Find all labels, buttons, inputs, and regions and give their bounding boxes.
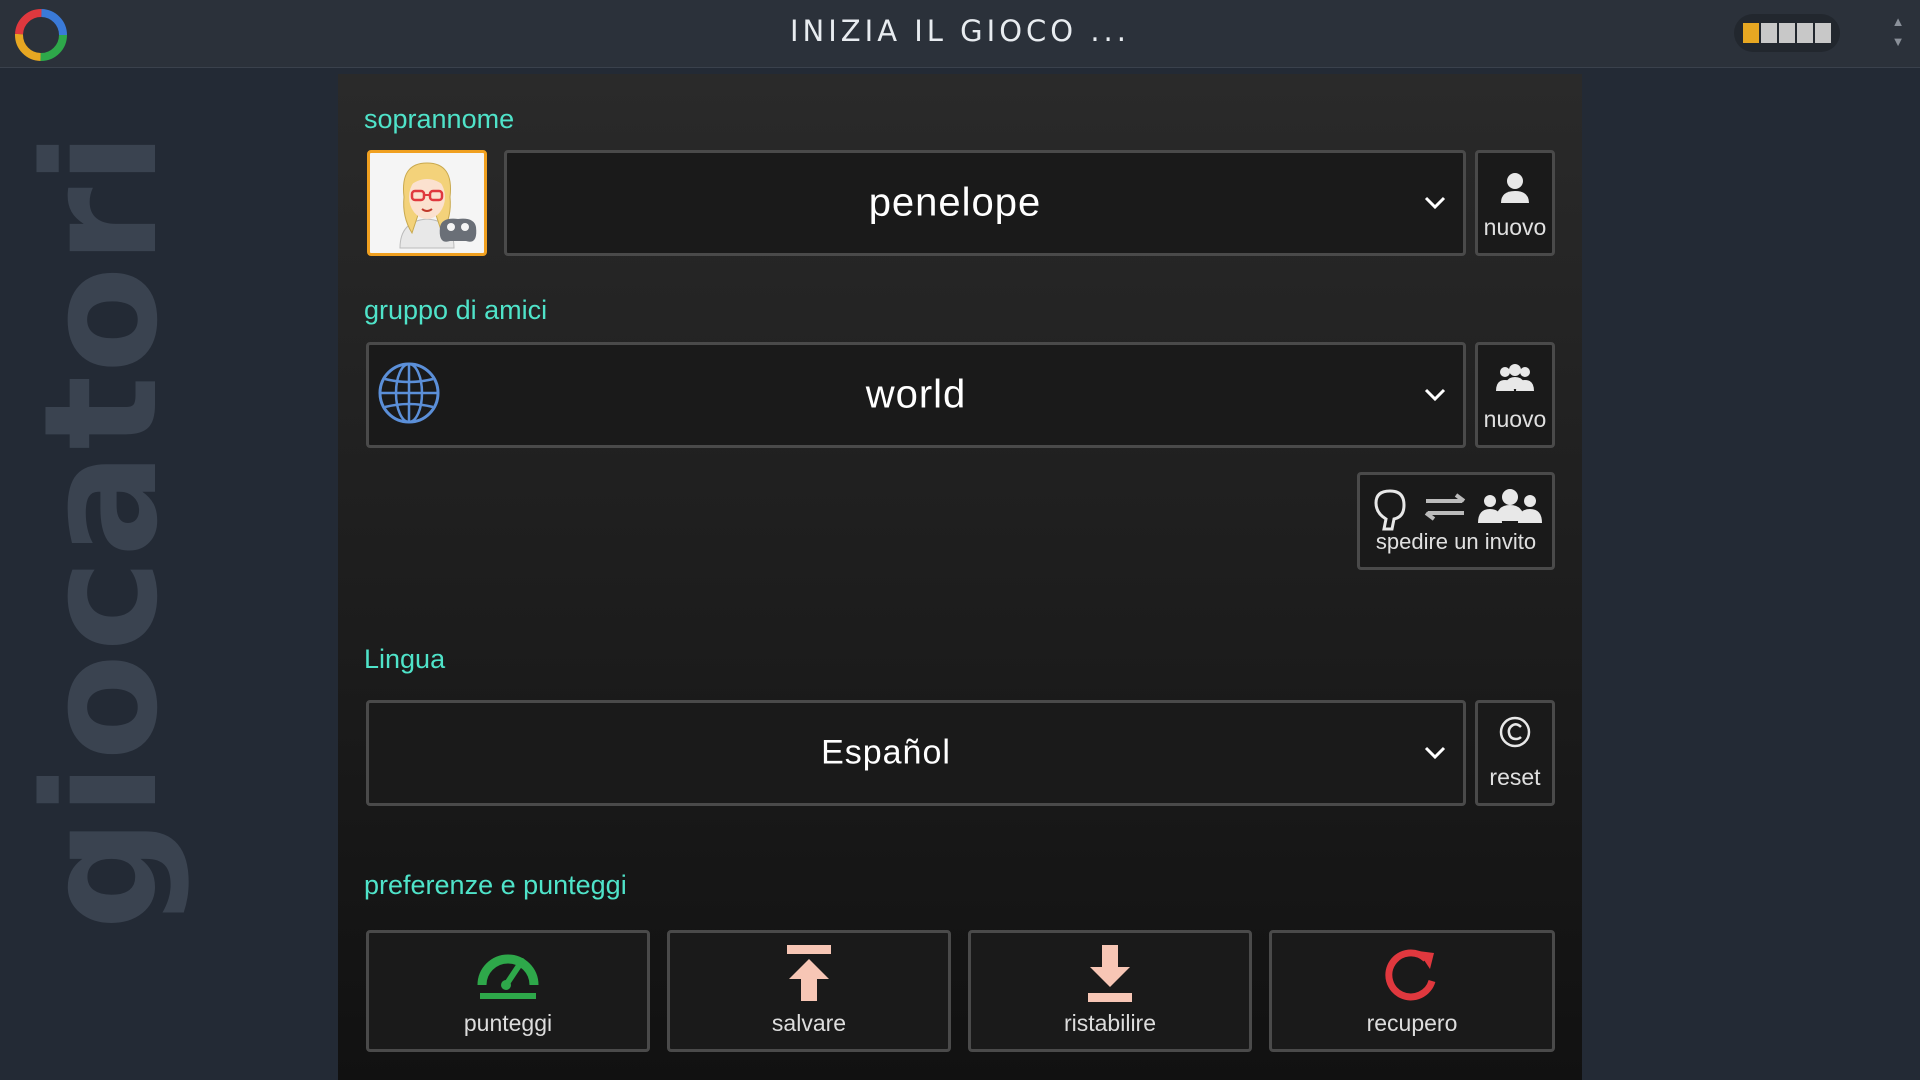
- preferences-label: preferenze e punteggi: [364, 870, 627, 900]
- friends-group-dropdown[interactable]: world: [366, 342, 1466, 448]
- invite-icon: [1374, 489, 1542, 531]
- nickname-label: soprannome: [364, 104, 515, 134]
- nickname-value: penelope: [868, 180, 1042, 225]
- level-segment: [1815, 23, 1831, 43]
- send-invite-button[interactable]: spedire un invito: [1357, 472, 1555, 570]
- arrow-down-icon[interactable]: ▼: [1888, 32, 1908, 52]
- language-label: Lingua: [364, 644, 446, 674]
- new-group-button[interactable]: nuovo: [1475, 342, 1555, 448]
- upload-icon: [787, 945, 831, 1001]
- level-segment: [1779, 23, 1795, 43]
- avatar[interactable]: [367, 150, 487, 256]
- refresh-icon: [1385, 949, 1436, 1001]
- page-title: INIZIA IL GIOCO ...: [789, 14, 1130, 48]
- friends-group-label: gruppo di amici: [364, 295, 548, 325]
- avatar-blonde-girl-mask-icon: [399, 162, 477, 249]
- level-segment: [1761, 23, 1777, 43]
- arrow-up-icon[interactable]: ▲: [1888, 12, 1908, 32]
- speedometer-icon: [477, 954, 539, 999]
- new-group-label: nuovo: [1483, 406, 1547, 432]
- reset-language-label: reset: [1489, 764, 1541, 790]
- download-icon: [1088, 945, 1132, 1002]
- level-indicator: [1734, 14, 1840, 52]
- recovery-button[interactable]: recupero: [1269, 930, 1555, 1052]
- level-segment: [1797, 23, 1813, 43]
- scores-label: punteggi: [463, 1010, 553, 1036]
- friends-group-value: world: [865, 372, 967, 417]
- chevron-down-icon: [1424, 746, 1446, 760]
- main-panel: soprannome penelope nuovo gruppo di amic…: [338, 74, 1582, 1080]
- new-nickname-button[interactable]: nuovo: [1475, 150, 1555, 256]
- new-nickname-label: nuovo: [1483, 214, 1547, 240]
- scroll-arrows[interactable]: ▲ ▼: [1888, 12, 1908, 56]
- user-icon: [1501, 173, 1529, 203]
- restore-button[interactable]: ristabilire: [968, 930, 1252, 1052]
- level-segment: [1743, 23, 1759, 43]
- recovery-label: recupero: [1366, 1010, 1458, 1036]
- save-button[interactable]: salvare: [667, 930, 951, 1052]
- chevron-down-icon: [1424, 388, 1446, 402]
- side-title: giocatori: [10, 129, 192, 930]
- group-icon: [1496, 364, 1534, 391]
- chevron-down-icon: [1424, 196, 1446, 210]
- restore-label: ristabilire: [1063, 1010, 1157, 1036]
- save-label: salvare: [771, 1010, 847, 1036]
- nickname-dropdown[interactable]: penelope: [504, 150, 1466, 256]
- send-invite-label: spedire un invito: [1375, 529, 1537, 554]
- language-dropdown[interactable]: Español: [366, 700, 1466, 806]
- top-bar: INIZIA IL GIOCO ... ▲ ▼: [0, 0, 1920, 68]
- language-value: Español: [821, 733, 951, 772]
- copyright-icon: [1499, 716, 1531, 748]
- scores-button[interactable]: punteggi: [366, 930, 650, 1052]
- reset-language-button[interactable]: reset: [1475, 700, 1555, 806]
